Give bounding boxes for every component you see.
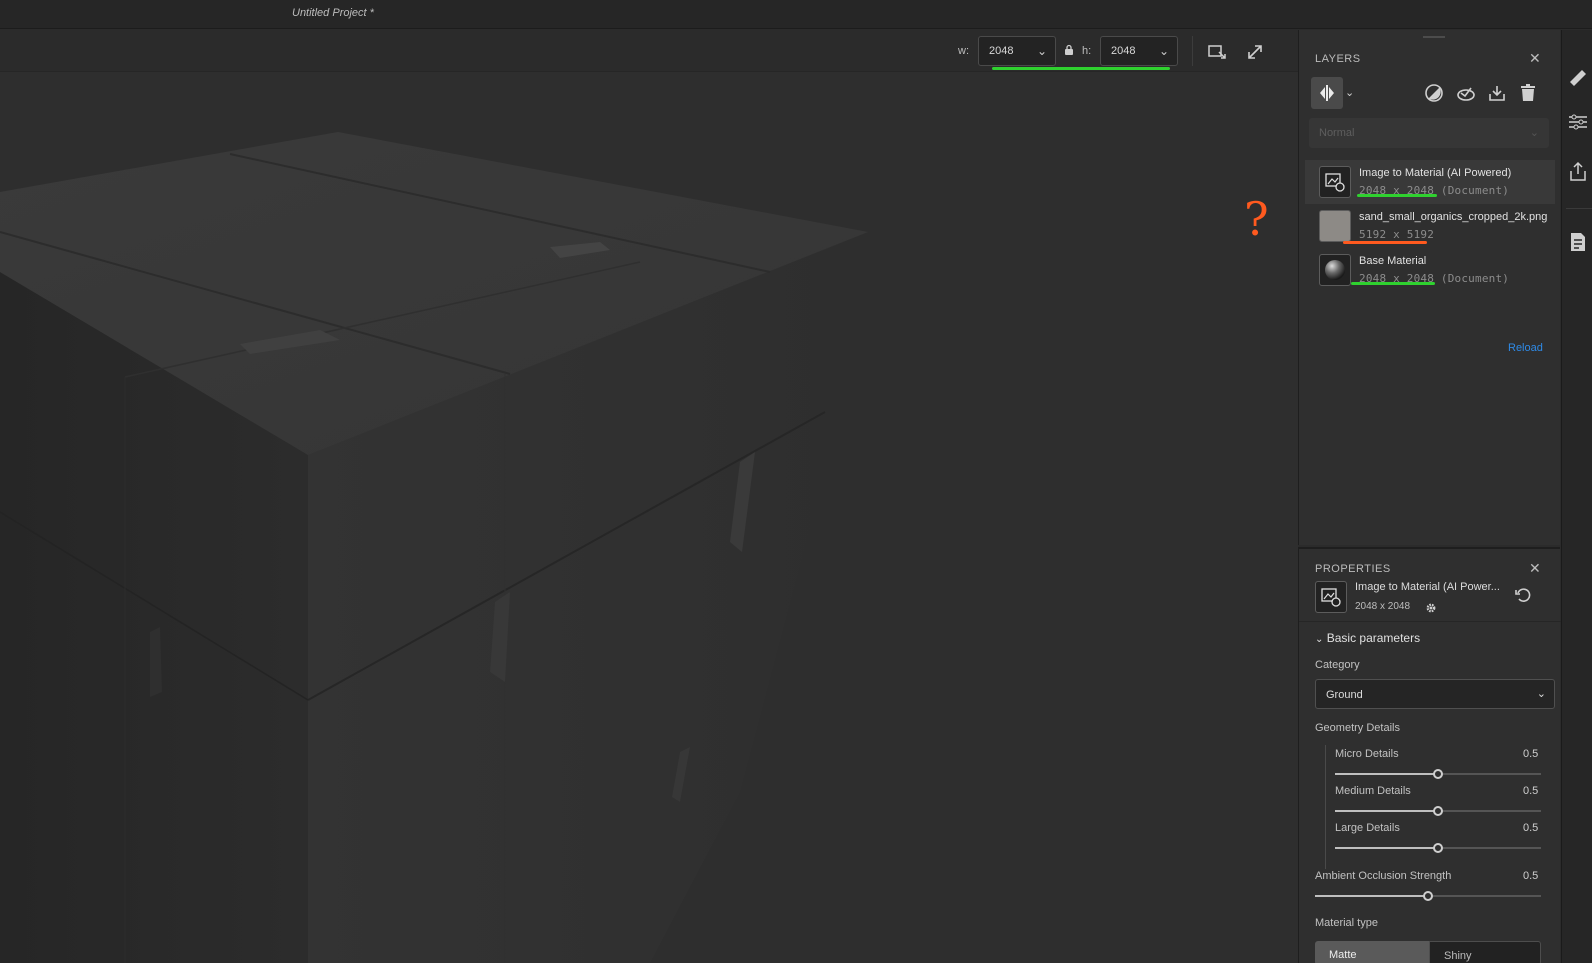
height-label: h: (1082, 45, 1092, 57)
layer-item[interactable]: Base Material 2048 x 2048 (Document) (1305, 248, 1555, 292)
fullscreen-icon[interactable] (1243, 40, 1267, 64)
lock-icon[interactable] (1063, 44, 1075, 56)
section-title: Basic parameters (1326, 631, 1421, 645)
micro-details-label: Micro Details (1335, 748, 1399, 760)
fit-view-icon[interactable] (1205, 40, 1229, 64)
panel-grip[interactable] (1423, 36, 1445, 38)
slider-handle[interactable] (1433, 843, 1443, 853)
ao-strength-label: Ambient Occlusion Strength (1315, 870, 1452, 882)
height-value: 2048 (1111, 45, 1136, 57)
micro-details-slider[interactable] (1335, 767, 1541, 781)
width-label: w: (958, 45, 969, 57)
layers-panel: LAYERS ✕ ⌄ Normal ⌄ Image to Material (A… (1298, 30, 1560, 545)
layer-name: Image to Material (AI Powered) (1359, 167, 1512, 179)
title-bar: Untitled Project * (0, 0, 1592, 29)
ruler-icon[interactable] (1566, 66, 1590, 90)
right-tool-strip (1561, 30, 1592, 963)
category-dropdown[interactable]: Ground ⌄ (1315, 679, 1555, 709)
image-to-material-icon (1315, 581, 1347, 613)
slider-handle[interactable] (1433, 806, 1443, 816)
chevron-down-icon: ⌄ (1536, 688, 1546, 700)
material-3d-preview[interactable] (0, 72, 1298, 963)
filter-size: 2048 x 2048 (1355, 601, 1411, 612)
chevron-down-icon[interactable]: ⌄ (1345, 86, 1367, 108)
chevron-down-icon: ⌄ (1529, 127, 1539, 139)
width-dropdown[interactable]: 2048 ⌄ (978, 36, 1056, 66)
layers-header: LAYERS (1315, 53, 1361, 65)
ao-strength-slider[interactable] (1315, 889, 1541, 903)
blend-mode-value: Normal (1319, 127, 1355, 139)
height-dropdown[interactable]: 2048 ⌄ (1100, 36, 1178, 66)
annotation-underline (1343, 241, 1427, 244)
share-icon[interactable] (1566, 160, 1590, 184)
width-value: 2048 (989, 45, 1014, 57)
gear-icon[interactable] (1425, 602, 1437, 614)
close-icon[interactable]: ✕ (1529, 50, 1541, 67)
chevron-down-icon: ⌄ (1036, 44, 1047, 58)
properties-panel: PROPERTIES ✕ Image to Material (AI Power… (1298, 547, 1561, 963)
category-label: Category (1315, 659, 1360, 671)
micro-details-value: 0.5 (1523, 748, 1539, 760)
category-value: Ground (1326, 689, 1363, 701)
material-type-shiny[interactable]: Shiny (1429, 941, 1541, 963)
medium-details-value: 0.5 (1523, 785, 1539, 797)
annotation-underline (992, 67, 1170, 70)
strip-divider (1566, 208, 1592, 209)
document-edit-icon[interactable] (1566, 230, 1590, 254)
large-details-slider[interactable] (1335, 841, 1541, 855)
section-divider (1299, 621, 1561, 622)
material-type-matte[interactable]: Matte (1315, 941, 1429, 963)
image-to-material-icon (1319, 166, 1351, 198)
layer-dims: 5192 x 5192 (1359, 228, 1435, 241)
toolbar-divider (1192, 36, 1193, 66)
chevron-down-icon: ⌄ (1315, 634, 1324, 645)
ao-strength-value: 0.5 (1523, 870, 1539, 882)
tree-guide (1325, 745, 1326, 869)
large-details-label: Large Details (1335, 822, 1400, 834)
layer-name: Base Material (1359, 255, 1427, 267)
slider-handle[interactable] (1423, 891, 1433, 901)
chevron-down-icon: ⌄ (1158, 44, 1169, 58)
viewport-toolbar: w: 2048 ⌄ h: 2048 ⌄ (0, 30, 1298, 72)
annotation-underline (1357, 194, 1437, 197)
annotation-underline (1351, 282, 1435, 285)
slider-handle[interactable] (1433, 769, 1443, 779)
layer-name: sand_small_organics_cropped_2k.png (1359, 211, 1548, 223)
export-layer-icon[interactable] (1486, 82, 1508, 104)
medium-details-label: Medium Details (1335, 785, 1411, 797)
layer-item[interactable]: Image to Material (AI Powered) 2048 x 20… (1305, 160, 1555, 204)
annotation-question-mark: ? (1244, 192, 1269, 246)
basic-parameters-toggle[interactable]: ⌄ Basic parameters (1315, 631, 1420, 645)
trash-icon[interactable] (1517, 82, 1539, 104)
close-icon[interactable]: ✕ (1529, 560, 1541, 577)
fill-layer-icon[interactable] (1455, 82, 1477, 104)
reload-link[interactable]: Reload (1508, 342, 1543, 354)
reset-icon[interactable] (1513, 585, 1533, 605)
mask-icon[interactable] (1423, 82, 1445, 104)
medium-details-slider[interactable] (1335, 804, 1541, 818)
filter-name: Image to Material (AI Power... (1355, 581, 1500, 593)
large-details-value: 0.5 (1523, 822, 1539, 834)
project-title: Untitled Project * (292, 7, 374, 19)
sliders-icon[interactable] (1566, 110, 1590, 134)
properties-header: PROPERTIES (1315, 563, 1391, 575)
blend-mode-dropdown[interactable]: Normal ⌄ (1309, 118, 1549, 148)
material-type-label: Material type (1315, 917, 1378, 929)
add-layer-icon[interactable] (1311, 77, 1343, 109)
geometry-details-label: Geometry Details (1315, 722, 1400, 734)
viewport-2d[interactable]: w: 2048 ⌄ h: 2048 ⌄ ? (0, 30, 1298, 963)
material-sphere-icon (1319, 254, 1351, 286)
image-thumbnail (1319, 210, 1351, 242)
